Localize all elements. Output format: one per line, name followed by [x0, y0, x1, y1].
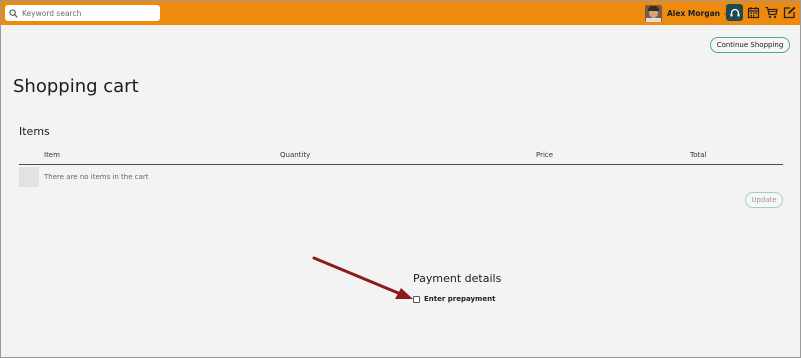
edit-note-icon[interactable] [783, 6, 796, 19]
update-button[interactable]: Update [745, 192, 783, 208]
support-button[interactable] [726, 4, 743, 21]
items-section-title: Items [19, 125, 50, 138]
column-header-quantity: Quantity [280, 151, 311, 159]
shopping-cart-icon[interactable] [765, 6, 778, 19]
top-bar: Alex Morgan ⌄ [1, 1, 800, 25]
support-headset-icon [730, 8, 739, 16]
calendar-icon[interactable] [747, 6, 760, 19]
pointer-arrow-icon [312, 256, 413, 299]
user-menu[interactable]: Alex Morgan ⌄ [645, 4, 729, 22]
table-row: There are no items in the cart [19, 165, 783, 187]
user-name[interactable]: Alex Morgan [667, 9, 720, 18]
continue-shopping-button[interactable]: Continue Shopping [710, 37, 790, 53]
cart-table: Item Quantity Price Total There are no i… [19, 148, 783, 187]
prepayment-label[interactable]: Enter prepayment [424, 295, 495, 303]
table-header: Item Quantity Price Total [19, 148, 783, 165]
search-icon [9, 8, 18, 18]
search-input[interactable] [22, 8, 157, 18]
avatar[interactable] [645, 4, 662, 22]
empty-row-marker [19, 167, 39, 187]
payment-details-title: Payment details [413, 272, 502, 285]
column-header-price: Price [536, 151, 554, 159]
prepayment-option[interactable]: Enter prepayment [413, 295, 495, 303]
app-frame: Alex Morgan ⌄ [0, 0, 801, 358]
empty-cart-message: There are no items in the cart [44, 173, 149, 181]
column-header-total: Total [690, 151, 707, 159]
search-box[interactable] [5, 5, 160, 21]
column-header-item: Item [44, 151, 60, 159]
page-title: Shopping cart [13, 76, 139, 97]
